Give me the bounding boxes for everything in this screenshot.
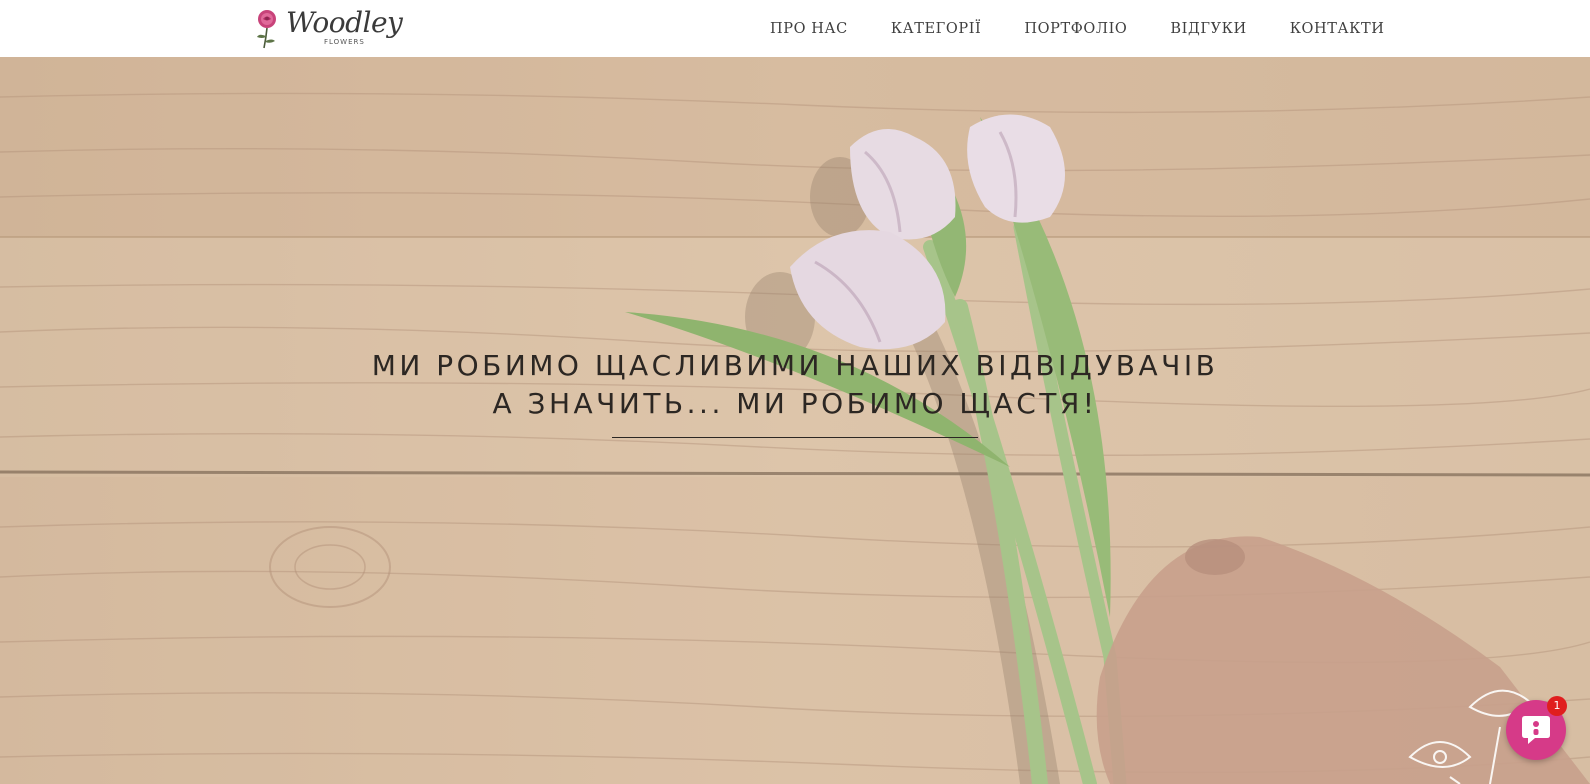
rose-logo-icon: [257, 10, 276, 49]
hero-section: МИ РОБИМО ЩАСЛИВИМИ НАШИХ ВІДВІДУВАЧІВ А…: [0, 57, 1590, 784]
site-header: Woodley FLOWERS ПРО НАС КАТЕГОРІЇ ПОРТФО…: [0, 0, 1590, 57]
logo[interactable]: Woodley FLOWERS: [252, 6, 403, 52]
hero-divider: [612, 437, 978, 438]
logo-subtitle: FLOWERS: [324, 38, 365, 46]
chat-bubble-icon: [1522, 716, 1550, 744]
hero-caption: МИ РОБИМО ЩАСЛИВИМИ НАШИХ ВІДВІДУВАЧІВ А…: [0, 347, 1590, 438]
nav-about[interactable]: ПРО НАС: [770, 21, 848, 37]
chat-notification-badge: 1: [1547, 696, 1567, 716]
nav-categories[interactable]: КАТЕГОРІЇ: [891, 21, 982, 37]
hero-title-line-2: А ЗНАЧИТЬ... МИ РОБИМО ЩАСТЯ!: [492, 387, 1098, 420]
nav-portfolio[interactable]: ПОРТФОЛІО: [1024, 21, 1127, 37]
nav-contacts[interactable]: КОНТАКТИ: [1290, 21, 1385, 37]
nav-reviews[interactable]: ВІДГУКИ: [1170, 21, 1246, 37]
hero-title-line-1: МИ РОБИМО ЩАСЛИВИМИ НАШИХ ВІДВІДУВАЧІВ: [371, 349, 1219, 382]
logo-wordmark: Woodley: [286, 6, 403, 39]
logo-text: Woodley FLOWERS: [286, 6, 403, 52]
main-nav: ПРО НАС КАТЕГОРІЇ ПОРТФОЛІО ВІДГУКИ КОНТ…: [770, 0, 1384, 57]
page: Woodley FLOWERS ПРО НАС КАТЕГОРІЇ ПОРТФО…: [0, 0, 1590, 784]
